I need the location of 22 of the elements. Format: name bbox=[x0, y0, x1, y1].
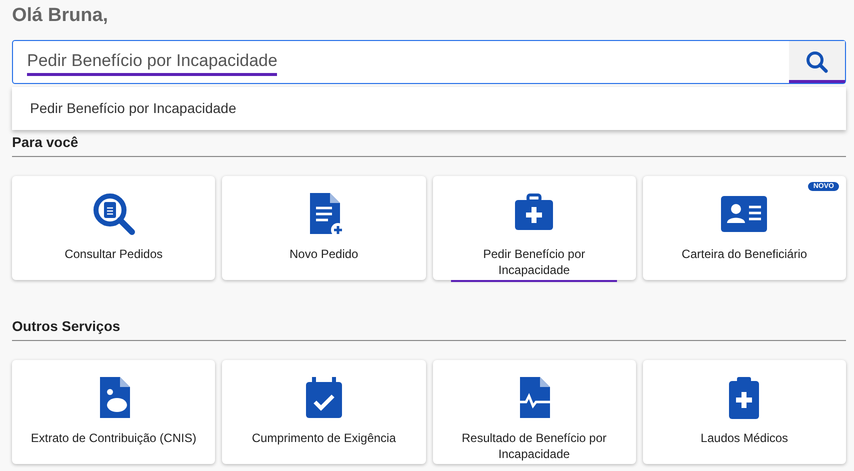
greeting: Olá Bruna, bbox=[12, 4, 110, 28]
service-card[interactable]: Consultar Pedidos bbox=[12, 176, 216, 280]
service-card[interactable]: Laudos Médicos bbox=[642, 360, 846, 464]
search-icon bbox=[805, 50, 829, 74]
card-label: Laudos Médicos bbox=[700, 430, 788, 447]
service-card[interactable]: Cumprimento de Exigência bbox=[222, 360, 426, 464]
service-card[interactable]: Novo Pedido bbox=[222, 176, 426, 280]
search-button[interactable] bbox=[789, 41, 845, 83]
section-heading: Outros Serviços bbox=[12, 318, 122, 336]
card-label: Cumprimento de Exigência bbox=[252, 430, 396, 447]
card-label: Resultado de Benefício por Incapacidade bbox=[460, 430, 608, 463]
card-label: Novo Pedido bbox=[290, 246, 358, 263]
service-card[interactable]: Resultado de Benefício por Incapacidade bbox=[432, 360, 636, 464]
card-label: Consultar Pedidos bbox=[64, 246, 163, 263]
card-label: Pedir Benefício por Incapacidade bbox=[451, 246, 618, 282]
section-heading: Para você bbox=[12, 134, 80, 152]
service-card[interactable]: Pedir Benefício por Incapacidade bbox=[432, 176, 636, 280]
suggestion-item[interactable]: Pedir Benefício por Incapacidade bbox=[12, 87, 846, 130]
search-field[interactable]: Pedir Benefício por Incapacidade bbox=[12, 40, 846, 84]
card-label: Carteira do Beneficiário bbox=[682, 246, 808, 263]
card-label: Extrato de Contribuição (CNIS) bbox=[30, 430, 196, 447]
service-card[interactable]: Extrato de Contribuição (CNIS) bbox=[12, 360, 216, 464]
